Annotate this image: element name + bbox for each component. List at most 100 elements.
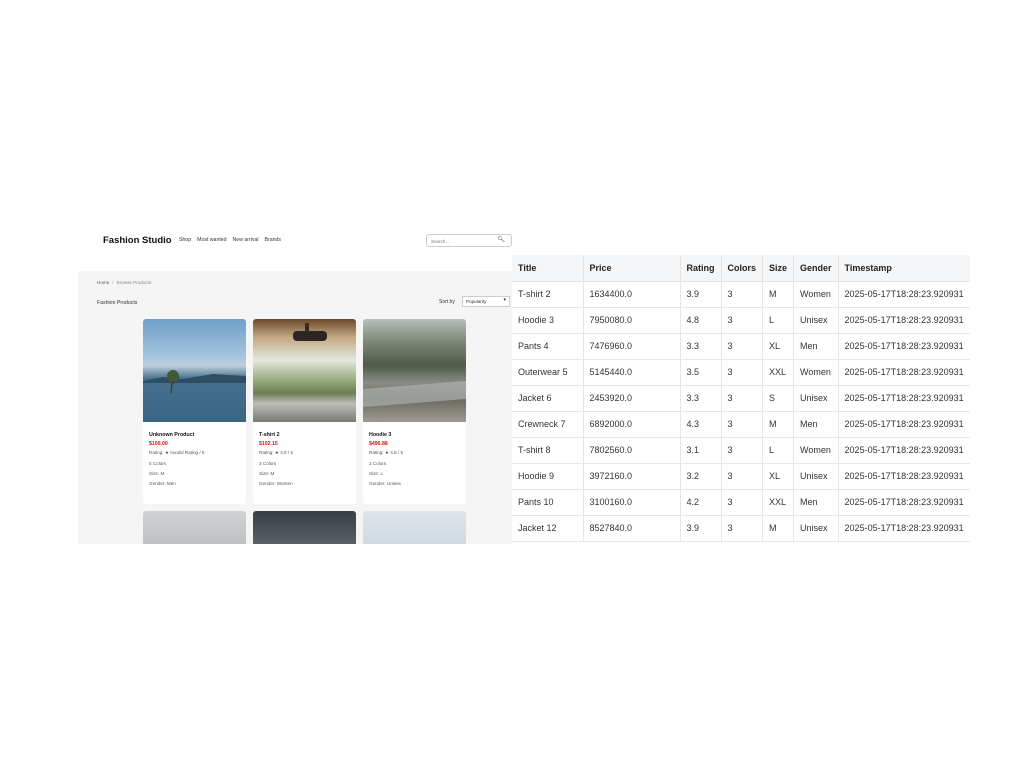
cell-colors: 3	[721, 359, 764, 386]
cell-size: XL	[762, 333, 795, 360]
cell-rating: 3.2	[680, 463, 722, 490]
cell-title: Pants 10	[512, 489, 584, 516]
cell-colors: 3	[721, 515, 764, 542]
cell-colors: 3	[721, 307, 764, 334]
cell-colors: 3	[721, 411, 764, 438]
table-body: T-shirt 2 1634400.0 3.9 3 M Women 2025-05-17T1…	[512, 281, 970, 542]
breadcrumb-home[interactable]: Home	[97, 280, 109, 285]
product-info: Unknown Product $100.00 Rating: ★ Invali…	[149, 432, 242, 491]
product-rating: Rating: ★ 3.9 / 5	[259, 450, 293, 455]
cell-rating: 3.3	[680, 333, 722, 360]
cell-rating: 3.3	[680, 385, 722, 412]
table-row[interactable]: T-shirt 8 7802560.0 3.1 3 L Women 2025-05-17T1…	[512, 437, 970, 464]
product-image[interactable]	[253, 319, 356, 422]
product-image[interactable]	[143, 511, 246, 544]
product-size: Size: M	[149, 471, 165, 476]
cell-size: L	[762, 307, 795, 334]
cell-price: 8527840.0	[583, 515, 681, 542]
cell-size: M	[762, 515, 795, 542]
top-navbar: Fashion Studio Shop Most wanted New arri…	[78, 224, 512, 271]
table-row[interactable]: Hoodie 9 3972160.0 3.2 3 XL Unisex 2025-05-17T…	[512, 463, 970, 490]
cell-timestamp: 2025-05-17T18:28:23.920931	[838, 359, 970, 386]
table-row[interactable]: Jacket 6 2453920.0 3.3 3 S Unisex 2025-05-17T1…	[512, 385, 970, 412]
column-header-title[interactable]: Title	[512, 255, 584, 282]
table-row[interactable]: Pants 10 3100160.0 4.2 3 XXL Men 2025-05-17T18…	[512, 489, 970, 516]
product-rating: Rating: ★ Invalid Rating / 5	[149, 450, 205, 455]
product-size: Size: L	[369, 471, 384, 476]
cell-gender: Unisex	[793, 307, 839, 334]
cell-size: XXL	[762, 489, 795, 516]
product-price: $496.88	[369, 441, 388, 447]
cell-colors: 3	[721, 281, 764, 308]
brand-logo[interactable]: Fashion Studio	[103, 235, 172, 246]
cell-title: Crewneck 7	[512, 411, 584, 438]
table-row[interactable]: Jacket 12 8527840.0 3.9 3 M Unisex 2025-05-17T…	[512, 515, 970, 542]
product-card[interactable]	[363, 511, 466, 544]
table-row[interactable]: Pants 4 7476960.0 3.3 3 XL Men 2025-05-17T18:2…	[512, 333, 970, 360]
cell-price: 1634400.0	[583, 281, 681, 308]
menu-item-brands[interactable]: Brands	[265, 237, 281, 243]
column-header-rating[interactable]: Rating	[680, 255, 722, 282]
column-header-timestamp[interactable]: Timestamp	[838, 255, 970, 282]
cell-size: M	[762, 411, 795, 438]
shop-screenshot: Fashion Studio Shop Most wanted New arri…	[78, 224, 512, 544]
cell-price: 3972160.0	[583, 463, 681, 490]
product-info: Hoodie 3 $496.88 Rating: ★ 4.8 / 5 3 Col…	[369, 432, 462, 491]
search-input[interactable]	[431, 237, 495, 245]
column-header-size[interactable]: Size	[762, 255, 795, 282]
cell-size: XXL	[762, 359, 795, 386]
cell-price: 6892000.0	[583, 411, 681, 438]
column-header-price[interactable]: Price	[583, 255, 681, 282]
menu-item-shop[interactable]: Shop	[179, 237, 191, 243]
product-name[interactable]: Hoodie 3	[369, 432, 462, 438]
mountain-shape	[143, 374, 246, 383]
product-name[interactable]: Unknown Product	[149, 432, 242, 438]
table-header-row: Title Price Rating Colors Size Gender Ti…	[512, 255, 970, 282]
table-row[interactable]: Crewneck 7 6892000.0 4.3 3 M Men 2025-05-17T18…	[512, 411, 970, 438]
cell-size: L	[762, 437, 795, 464]
product-image[interactable]	[253, 511, 356, 544]
cell-timestamp: 2025-05-17T18:28:23.920931	[838, 463, 970, 490]
column-header-gender[interactable]: Gender	[793, 255, 839, 282]
tree-crown	[167, 370, 179, 382]
cell-rating: 3.5	[680, 359, 722, 386]
rearview-mirror	[293, 331, 327, 341]
table-row[interactable]: Outerwear 5 5145440.0 3.5 3 XXL Women 2025-05-…	[512, 359, 970, 386]
product-card[interactable]	[143, 511, 246, 544]
table-row[interactable]: T-shirt 2 1634400.0 3.9 3 M Women 2025-05-17T1…	[512, 281, 970, 308]
product-image[interactable]	[363, 319, 466, 422]
cell-colors: 3	[721, 385, 764, 412]
product-gender: Gender: Unisex	[369, 481, 401, 486]
product-info: T-shirt 2 $102.15 Rating: ★ 3.9 / 5 3 Co…	[259, 432, 352, 491]
product-card[interactable]: Unknown Product $100.00 Rating: ★ Invali…	[143, 319, 246, 504]
cell-colors: 3	[721, 437, 764, 464]
product-name[interactable]: T-shirt 2	[259, 432, 352, 438]
product-rating: Rating: ★ 4.8 / 5	[369, 450, 403, 455]
cell-rating: 3.1	[680, 437, 722, 464]
search-icon[interactable]: 🔍︎	[497, 236, 505, 243]
menu-item-new-arrival[interactable]: New arrival	[233, 237, 259, 243]
menu-item-most-wanted[interactable]: Most wanted	[197, 237, 226, 243]
cell-title: Pants 4	[512, 333, 584, 360]
cell-gender: Unisex	[793, 463, 839, 490]
cell-price: 7950080.0	[583, 307, 681, 334]
cell-price: 7476960.0	[583, 333, 681, 360]
product-card[interactable]	[253, 511, 356, 544]
table-row[interactable]: Hoodie 3 7950080.0 4.8 3 L Unisex 2025-05-17T1…	[512, 307, 970, 334]
product-card[interactable]: Hoodie 3 $496.88 Rating: ★ 4.8 / 5 3 Col…	[363, 319, 466, 504]
cell-timestamp: 2025-05-17T18:28:23.920931	[838, 515, 970, 542]
cell-colors: 3	[721, 463, 764, 490]
product-image[interactable]	[143, 319, 246, 422]
column-header-colors[interactable]: Colors	[721, 255, 764, 282]
cell-timestamp: 2025-05-17T18:28:23.920931	[838, 437, 970, 464]
cell-timestamp: 2025-05-17T18:28:23.920931	[838, 307, 970, 334]
caret-down-icon: ▾	[503, 297, 506, 303]
product-card[interactable]: T-shirt 2 $102.15 Rating: ★ 3.9 / 5 3 Co…	[253, 319, 356, 504]
product-image[interactable]	[363, 511, 466, 544]
cell-rating: 4.8	[680, 307, 722, 334]
cell-timestamp: 2025-05-17T18:28:23.920931	[838, 385, 970, 412]
sort-select[interactable]: Popularity ▾	[462, 296, 510, 307]
cell-title: T-shirt 2	[512, 281, 584, 308]
cell-title: Hoodie 9	[512, 463, 584, 490]
cell-title: T-shirt 8	[512, 437, 584, 464]
